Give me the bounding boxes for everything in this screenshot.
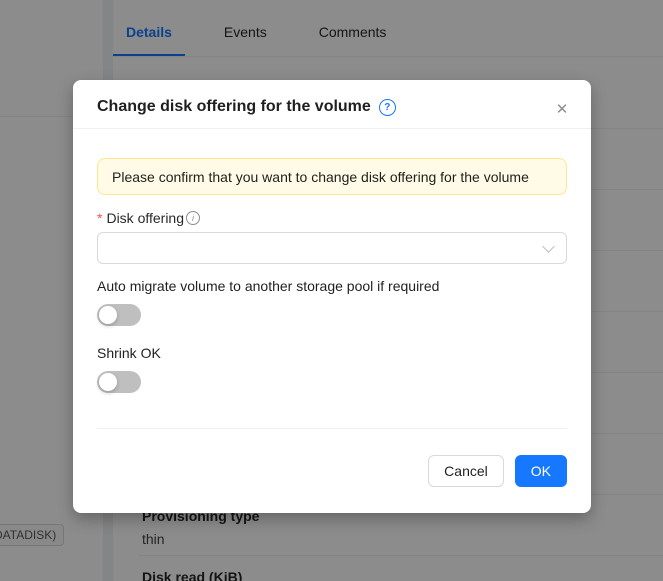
close-icon: ✕ [556, 100, 569, 118]
close-button[interactable]: ✕ [551, 98, 573, 120]
shrink-ok-toggle[interactable] [97, 371, 141, 393]
auto-migrate-label: Auto migrate volume to another storage p… [97, 278, 567, 294]
chevron-down-icon [542, 240, 555, 253]
question-circle-icon[interactable]: ? [379, 99, 396, 116]
disk-offering-select[interactable] [97, 232, 567, 264]
modal-header: Change disk offering for the volume ? [73, 80, 591, 129]
change-disk-offering-modal: Change disk offering for the volume ? ✕ … [73, 80, 591, 513]
disk-offering-field-label: * Disk offering i [97, 210, 567, 226]
disk-offering-label-text: Disk offering [106, 210, 184, 226]
confirm-alert: Please confirm that you want to change d… [97, 158, 567, 195]
shrink-ok-label: Shrink OK [97, 345, 567, 361]
modal-title: Change disk offering for the volume [97, 98, 371, 116]
auto-migrate-toggle[interactable] [97, 304, 141, 326]
volume-detail-page: DATADISK) Details Events Comments [0, 0, 663, 581]
toggle-knob [99, 306, 117, 324]
cancel-button[interactable]: Cancel [428, 455, 504, 487]
alert-message: Please confirm that you want to change d… [112, 169, 529, 185]
toggle-knob [99, 373, 117, 391]
required-asterisk: * [97, 210, 102, 226]
info-circle-icon: i [186, 211, 200, 225]
modal-body: Please confirm that you want to change d… [73, 158, 591, 398]
modal-footer: Cancel OK [97, 428, 567, 487]
ok-button[interactable]: OK [515, 455, 567, 487]
